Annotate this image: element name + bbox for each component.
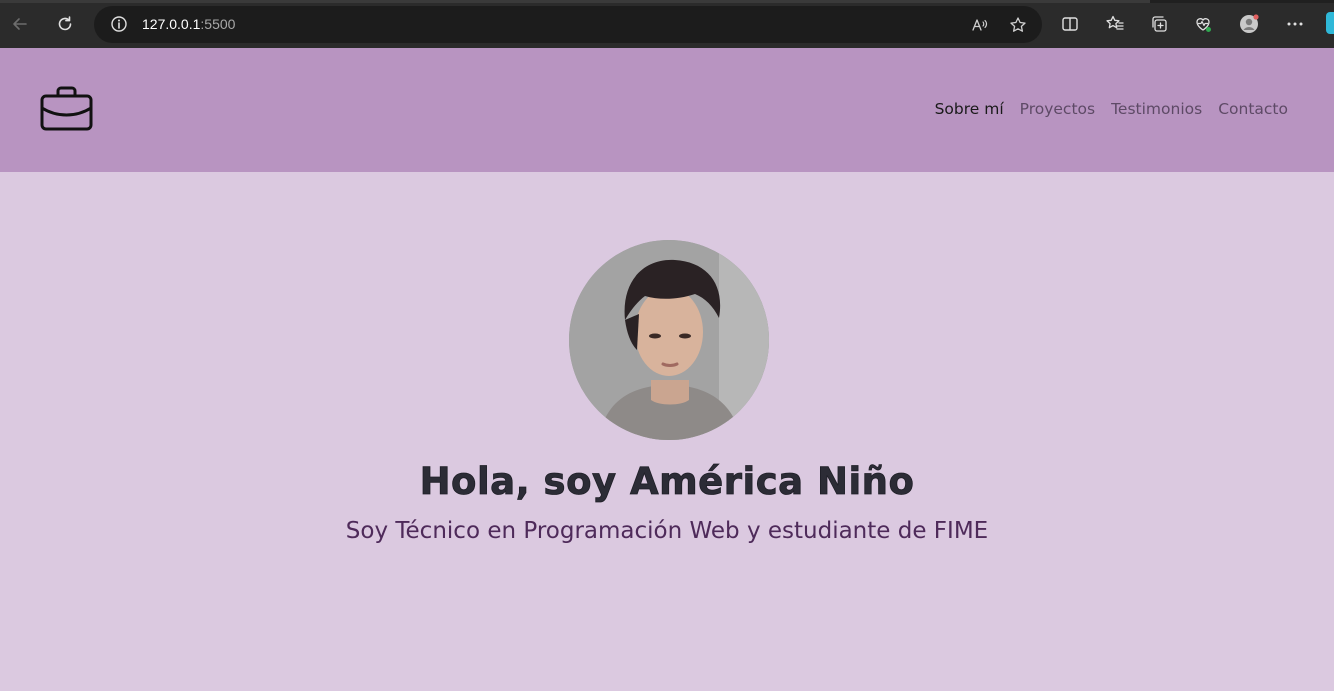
main-nav: Sobre mí Proyectos Testimonios Contacto	[935, 100, 1288, 118]
read-aloud-icon[interactable]	[968, 14, 990, 36]
tab-strip	[0, 0, 1334, 3]
nav-proyectos[interactable]: Proyectos	[1020, 100, 1095, 118]
url-text[interactable]: 127.0.0.1:5500	[142, 16, 235, 32]
refresh-icon[interactable]	[51, 10, 79, 38]
browser-essentials-icon[interactable]	[1189, 10, 1217, 38]
more-icon[interactable]	[1281, 10, 1309, 38]
site-header: Sobre mí Proyectos Testimonios Contacto	[0, 48, 1334, 172]
copilot-icon[interactable]	[1326, 12, 1334, 34]
nav-testimonios[interactable]: Testimonios	[1111, 100, 1202, 118]
url-host: 127.0.0.1	[142, 16, 201, 32]
profile-icon[interactable]	[1235, 10, 1263, 38]
address-bar[interactable]: 127.0.0.1:5500	[94, 6, 1042, 43]
hero-section: Hola, soy América Niño Soy Técnico en Pr…	[0, 172, 1334, 691]
nav-sobre-mi[interactable]: Sobre mí	[935, 100, 1004, 118]
nav-contacto[interactable]: Contacto	[1218, 100, 1288, 118]
browser-toolbar: 127.0.0.1:5500	[0, 0, 1334, 48]
page-title: Hola, soy América Niño	[419, 460, 915, 504]
favorite-star-icon[interactable]	[1007, 14, 1029, 36]
url-port: :5500	[200, 16, 236, 32]
back-arrow-icon[interactable]	[6, 10, 34, 38]
page-subtitle: Soy Técnico en Programación Web y estudi…	[345, 518, 989, 544]
info-icon[interactable]	[110, 15, 128, 33]
collections-icon[interactable]	[1145, 10, 1173, 38]
avatar	[569, 240, 769, 440]
active-tab-edge	[0, 0, 1150, 3]
briefcase-icon[interactable]	[40, 86, 94, 132]
split-screen-icon[interactable]	[1056, 10, 1084, 38]
favorites-icon[interactable]	[1101, 10, 1129, 38]
